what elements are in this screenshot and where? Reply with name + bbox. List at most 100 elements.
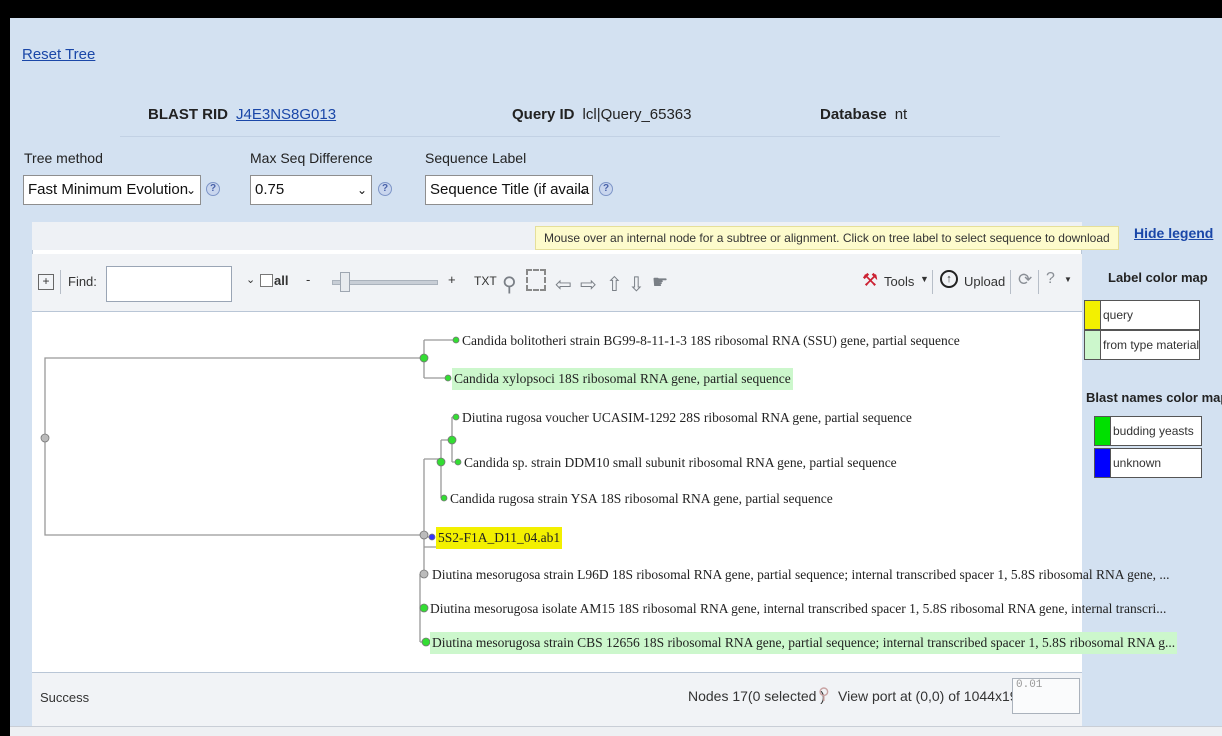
- chevron-down-icon: ⌄: [577, 183, 588, 197]
- unknown-swatch: [1095, 449, 1111, 477]
- max-seq-select[interactable]: 0.75 ⌄: [250, 175, 372, 205]
- search-icon[interactable]: ⚲: [502, 272, 517, 297]
- toolbar-divider: [60, 270, 61, 294]
- legend-item-budding-yeasts: budding yeasts: [1094, 416, 1202, 446]
- tools-icon: ⚒: [862, 270, 879, 290]
- tree-method-select[interactable]: Fast Minimum Evolution ⌄: [23, 175, 201, 205]
- help-caret-icon: ▼: [1064, 275, 1072, 284]
- query-leaf-label[interactable]: 5S2-F1A_D11_04.ab1: [436, 527, 563, 549]
- arrow-down-icon[interactable]: ⇩: [628, 272, 645, 297]
- tree-node[interactable]: [421, 637, 431, 647]
- zoom-out[interactable]: -: [306, 272, 310, 287]
- max-seq-value: 0.75: [255, 181, 285, 198]
- budding-yeasts-swatch: [1095, 417, 1111, 445]
- mesorugosa-branch: [419, 536, 432, 643]
- find-label: Find:: [68, 274, 97, 289]
- arrow-right-icon[interactable]: ⇨: [580, 272, 597, 297]
- find-dropdown-icon[interactable]: ⌄: [246, 273, 255, 286]
- expand-icon[interactable]: +: [38, 274, 54, 290]
- tree-leaf-label[interactable]: Candida rugosa strain YSA 18S ribosomal …: [448, 488, 835, 510]
- arrow-up-icon[interactable]: ⇧: [606, 272, 623, 297]
- help-icon[interactable]: ?: [206, 182, 220, 196]
- legend-label: query: [1103, 308, 1134, 322]
- query-id-label: Query ID: [512, 106, 575, 123]
- legend-item-query: query: [1084, 300, 1200, 330]
- query-node[interactable]: [428, 533, 436, 541]
- blast-rid: BLAST RID J4E3NS8G013: [148, 106, 336, 123]
- max-seq-label: Max Seq Difference: [250, 150, 373, 166]
- legend-item-type-material: from type material: [1084, 330, 1200, 360]
- query-id: Query ID lcl|Query_65363: [512, 106, 692, 123]
- tree-node[interactable]: [436, 457, 446, 467]
- help-icon[interactable]: ?: [378, 182, 392, 196]
- tools-menu[interactable]: Tools: [884, 274, 914, 289]
- blast-rid-label: BLAST RID: [148, 106, 228, 123]
- seq-label-select[interactable]: Sequence Title (if availa ⌄: [425, 175, 593, 205]
- tree-leaf-label[interactable]: Diutina mesorugosa strain L96D 18S ribos…: [430, 564, 1171, 586]
- blast-rid-link[interactable]: J4E3NS8G013: [236, 106, 336, 123]
- toolbar-divider: [1010, 270, 1011, 294]
- bottom-edge: [10, 726, 1222, 736]
- all-checkbox[interactable]: [260, 274, 273, 287]
- instruction-message: Mouse over an internal node for a subtre…: [535, 226, 1119, 250]
- scale-value: 0.01: [1016, 679, 1043, 691]
- legend-item-unknown: unknown: [1094, 448, 1202, 478]
- tools-caret-icon: ▼: [920, 274, 929, 284]
- tree-leaf-label[interactable]: Candida sp. strain DDM10 small subunit r…: [462, 452, 899, 474]
- query-id-value: lcl|Query_65363: [582, 106, 692, 123]
- database-label: Database: [820, 106, 887, 123]
- seq-label-label: Sequence Label: [425, 150, 527, 166]
- help-icon[interactable]: ?: [599, 182, 613, 196]
- tree-leaf-label[interactable]: Diutina mesorugosa isolate AM15 18S ribo…: [428, 598, 1168, 620]
- fit-window-icon[interactable]: [526, 269, 546, 291]
- find-input[interactable]: [106, 266, 232, 302]
- toolbar-divider: [932, 270, 933, 294]
- refresh-icon[interactable]: ⟳: [1018, 270, 1032, 290]
- tree-node[interactable]: [444, 374, 452, 382]
- reset-tree-link[interactable]: Reset Tree: [22, 46, 95, 63]
- zoom-icon[interactable]: ⚲: [818, 684, 830, 704]
- blast-names-color-map-title: Blast names color map: [1086, 390, 1222, 405]
- query-swatch: [1085, 301, 1101, 329]
- tree-canvas: Candida bolitotheri strain BG99-8-11-1-3…: [32, 312, 1178, 672]
- tree-method-label: Tree method: [24, 150, 103, 166]
- legend-label: from type material: [1103, 338, 1200, 352]
- tree-leaf-label[interactable]: Diutina rugosa voucher UCASIM-1292 28S r…: [460, 407, 914, 429]
- viewport-info: View port at (0,0) of 1044x191: [838, 688, 1026, 704]
- all-label: all: [274, 273, 289, 288]
- upload-button[interactable]: Upload: [964, 274, 1005, 289]
- tree-node[interactable]: [452, 413, 460, 421]
- arrow-left-icon[interactable]: ⇦: [555, 272, 572, 297]
- help-menu-icon[interactable]: ?: [1046, 270, 1055, 288]
- database: Database nt: [820, 106, 907, 123]
- tree-node[interactable]: [419, 569, 429, 579]
- pointer-icon[interactable]: ☛: [652, 272, 668, 293]
- tree-node[interactable]: [419, 353, 429, 363]
- zoom-slider-handle[interactable]: [340, 272, 350, 292]
- info-bar: BLAST RID J4E3NS8G013 Query ID lcl|Query_6…: [120, 92, 1000, 137]
- type-material-swatch: [1085, 331, 1101, 359]
- tree-node[interactable]: [419, 603, 429, 613]
- tree-node[interactable]: [447, 435, 457, 445]
- upload-icon: ↑: [940, 270, 958, 288]
- chevron-down-icon: ⌄: [356, 183, 367, 197]
- chevron-down-icon: ⌄: [185, 183, 196, 197]
- zoom-in[interactable]: +: [448, 272, 456, 287]
- hide-legend-link[interactable]: Hide legend: [1134, 225, 1213, 241]
- tree-node[interactable]: [454, 458, 462, 466]
- root-branch: [44, 357, 424, 536]
- tree-leaf-label[interactable]: Candida xylopsoci 18S ribosomal RNA gene…: [452, 368, 793, 390]
- nodes-count: Nodes 17(0 selected ): [688, 688, 825, 704]
- tree-method-value: Fast Minimum Evolution: [28, 181, 189, 198]
- tree-node[interactable]: [440, 494, 448, 502]
- root-node[interactable]: [40, 433, 50, 443]
- tree-leaf-label[interactable]: Diutina mesorugosa strain CBS 12656 18S …: [430, 632, 1178, 654]
- status-text: Success: [40, 690, 90, 705]
- tree-node[interactable]: [419, 530, 429, 540]
- txt-button[interactable]: TXT: [474, 274, 497, 288]
- tree-node[interactable]: [452, 336, 460, 344]
- tree-leaf-label[interactable]: Candida bolitotheri strain BG99-8-11-1-3…: [460, 330, 962, 352]
- legend-label: unknown: [1113, 456, 1162, 470]
- legend-label: budding yeasts: [1113, 424, 1194, 438]
- tree-viewer-page: Reset Tree BLAST RID J4E3NS8G013 Query ID…: [10, 18, 1222, 736]
